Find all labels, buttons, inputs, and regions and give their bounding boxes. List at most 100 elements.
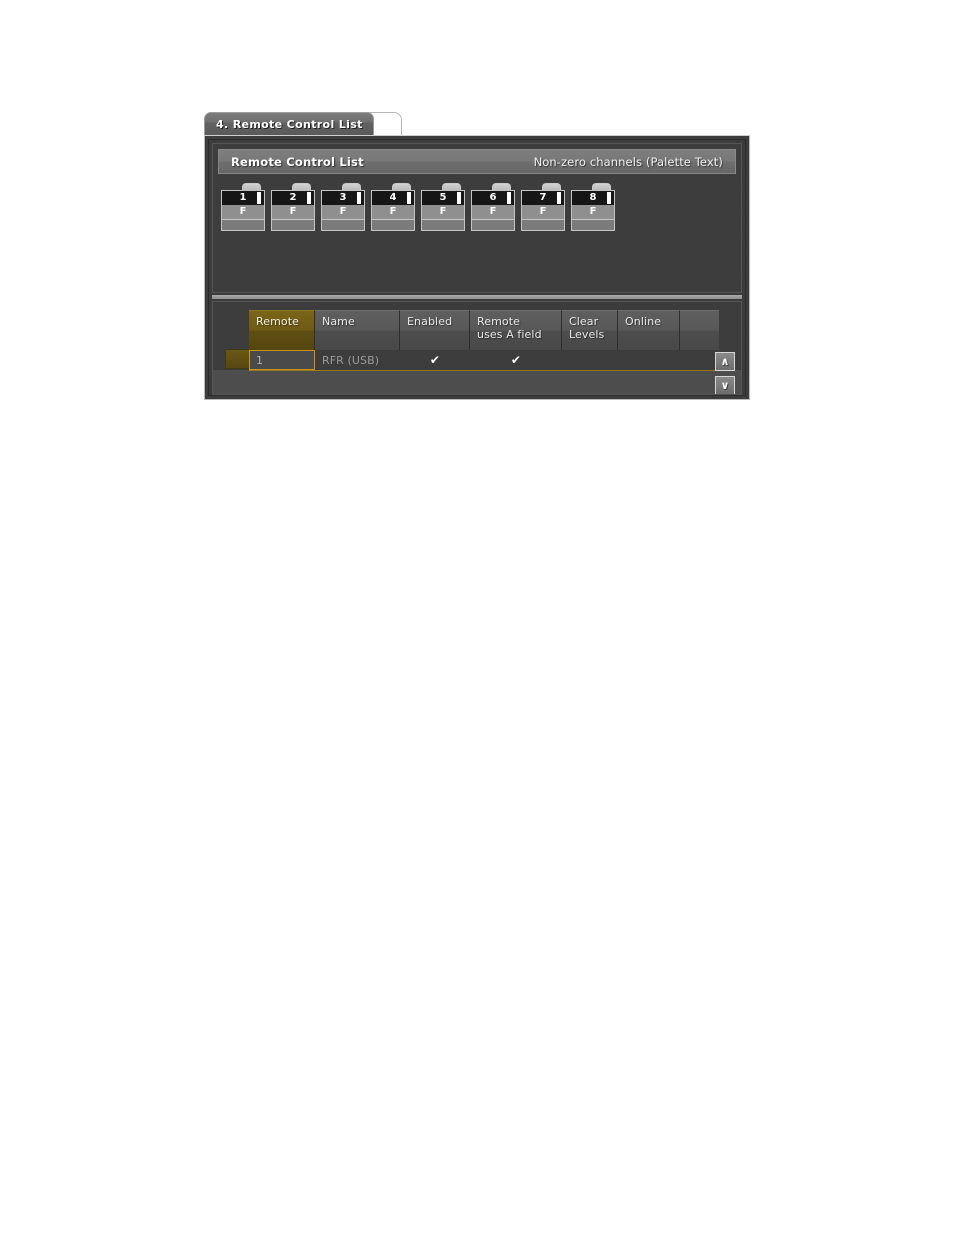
folder-number: 6: [472, 191, 514, 205]
folder-number-label: 3: [339, 192, 347, 203]
column-header-label: Online: [625, 315, 662, 328]
table-header-row: Remote Name Enabled Remote uses A field: [249, 310, 719, 350]
folder-number: 7: [522, 191, 564, 205]
tab-remote-control-list[interactable]: 4. Remote Control List: [204, 112, 374, 135]
screenshot-canvas: 4. Remote Control List Remote Control Li…: [0, 0, 954, 1235]
folder-body: 4 F: [371, 190, 415, 231]
folder-button-8[interactable]: 8 F: [571, 183, 615, 231]
column-header-clear-levels[interactable]: Clear Levels: [562, 310, 618, 350]
folder-number-label: 6: [489, 192, 497, 203]
column-header-enabled[interactable]: Enabled: [400, 310, 470, 350]
folder-button-3[interactable]: 3 F: [321, 183, 365, 231]
folder-number: 3: [322, 191, 364, 205]
folder-number-label: 5: [439, 192, 447, 203]
folder-number: 2: [272, 191, 314, 205]
folder-body: 1 F: [221, 190, 265, 231]
chevron-down-icon: ∨: [720, 379, 730, 392]
folder-foot: [322, 220, 364, 230]
column-header-label-line1: Clear: [569, 315, 599, 328]
folder-letter: F: [572, 205, 614, 220]
vertical-scrollbar[interactable]: ∧ ∨: [715, 352, 735, 394]
column-header-label: Enabled: [407, 315, 453, 328]
folder-body: 3 F: [321, 190, 365, 231]
folder-foot: [272, 220, 314, 230]
column-header-label-line2: uses A field: [477, 328, 542, 341]
cell-online[interactable]: [618, 350, 680, 370]
folder-letter: F: [472, 205, 514, 220]
column-header-remote-uses-a-field[interactable]: Remote uses A field: [470, 310, 562, 350]
column-header-name[interactable]: Name: [315, 310, 400, 350]
folder-foot: [372, 220, 414, 230]
folder-letter: F: [372, 205, 414, 220]
folder-number: 8: [572, 191, 614, 205]
folder-marker-icon: [557, 192, 561, 204]
folder-letter: F: [522, 205, 564, 220]
panel-subtitle: Non-zero channels (Palette Text): [533, 154, 723, 169]
folder-body: 8 F: [571, 190, 615, 231]
folder-letter: F: [322, 205, 364, 220]
column-header-filler: [680, 310, 719, 350]
scroll-down-button[interactable]: ∨: [715, 376, 735, 394]
folder-button-6[interactable]: 6 F: [471, 183, 515, 231]
cell-clear-levels[interactable]: [562, 350, 618, 370]
folder-foot: [522, 220, 564, 230]
folder-body: 6 F: [471, 190, 515, 231]
folder-letter: F: [222, 205, 264, 220]
folder-marker-icon: [357, 192, 361, 204]
folder-letter: F: [422, 205, 464, 220]
scroll-up-button[interactable]: ∧: [715, 352, 735, 371]
folder-letter: F: [272, 205, 314, 220]
page-title: Remote Control List: [231, 154, 364, 169]
column-header-label: Remote: [256, 315, 300, 328]
panel-upper-section: Remote Control List Non-zero channels (P…: [212, 143, 742, 293]
folder-button-4[interactable]: 4 F: [371, 183, 415, 231]
check-icon: ✔: [429, 353, 441, 367]
remote-control-list-widget: 4. Remote Control List Remote Control Li…: [204, 112, 750, 400]
tab-label: 4. Remote Control List: [216, 117, 363, 131]
folder-foot: [222, 220, 264, 230]
column-header-online[interactable]: Online: [618, 310, 680, 350]
panel-frame: Remote Control List Non-zero channels (P…: [204, 135, 750, 400]
cell-value: RFR (USB): [322, 353, 380, 367]
cell-remote-number[interactable]: 1: [249, 350, 315, 370]
column-header-label: Name: [322, 315, 355, 328]
remote-table-section: Remote Name Enabled Remote uses A field: [212, 301, 742, 395]
folder-body: 7 F: [521, 190, 565, 231]
folder-number: 4: [372, 191, 414, 205]
folder-button-row: 1 F 2 F 3 F 4 F 5 F 6 F 7 F 8 F: [218, 181, 736, 231]
cell-remote-name[interactable]: RFR (USB): [315, 350, 400, 370]
folder-button-7[interactable]: 7 F: [521, 183, 565, 231]
cell-remote-uses-a-field[interactable]: ✔: [470, 350, 562, 370]
column-header-label-line2: Levels: [569, 328, 605, 341]
folder-marker-icon: [607, 192, 611, 204]
folder-number-label: 8: [589, 192, 597, 203]
column-header-label-line1: Remote: [477, 315, 521, 328]
section-divider: [212, 295, 742, 299]
cell-enabled[interactable]: ✔: [400, 350, 470, 370]
folder-foot: [572, 220, 614, 230]
table-row[interactable]: 1 RFR (USB) ✔ ✔: [249, 350, 719, 371]
column-header-remote[interactable]: Remote: [249, 310, 315, 350]
folder-foot: [472, 220, 514, 230]
folder-body: 2 F: [271, 190, 315, 231]
folder-button-2[interactable]: 2 F: [271, 183, 315, 231]
cell-value: 1: [256, 353, 264, 367]
tabstrip: 4. Remote Control List: [204, 112, 750, 136]
panel-titlebar: Remote Control List Non-zero channels (P…: [218, 149, 736, 174]
chevron-up-icon: ∧: [720, 355, 730, 368]
folder-marker-icon: [507, 192, 511, 204]
table-empty-area: [213, 369, 741, 394]
folder-number-label: 7: [539, 192, 547, 203]
folder-marker-icon: [257, 192, 261, 204]
folder-marker-icon: [407, 192, 411, 204]
folder-button-1[interactable]: 1 F: [221, 183, 265, 231]
check-icon: ✔: [510, 353, 522, 367]
folder-number-label: 2: [289, 192, 297, 203]
folder-body: 5 F: [421, 190, 465, 231]
folder-number-label: 1: [239, 192, 247, 203]
folder-marker-icon: [307, 192, 311, 204]
folder-number: 1: [222, 191, 264, 205]
folder-button-5[interactable]: 5 F: [421, 183, 465, 231]
folder-number: 5: [422, 191, 464, 205]
remote-table: Remote Name Enabled Remote uses A field: [249, 310, 719, 371]
